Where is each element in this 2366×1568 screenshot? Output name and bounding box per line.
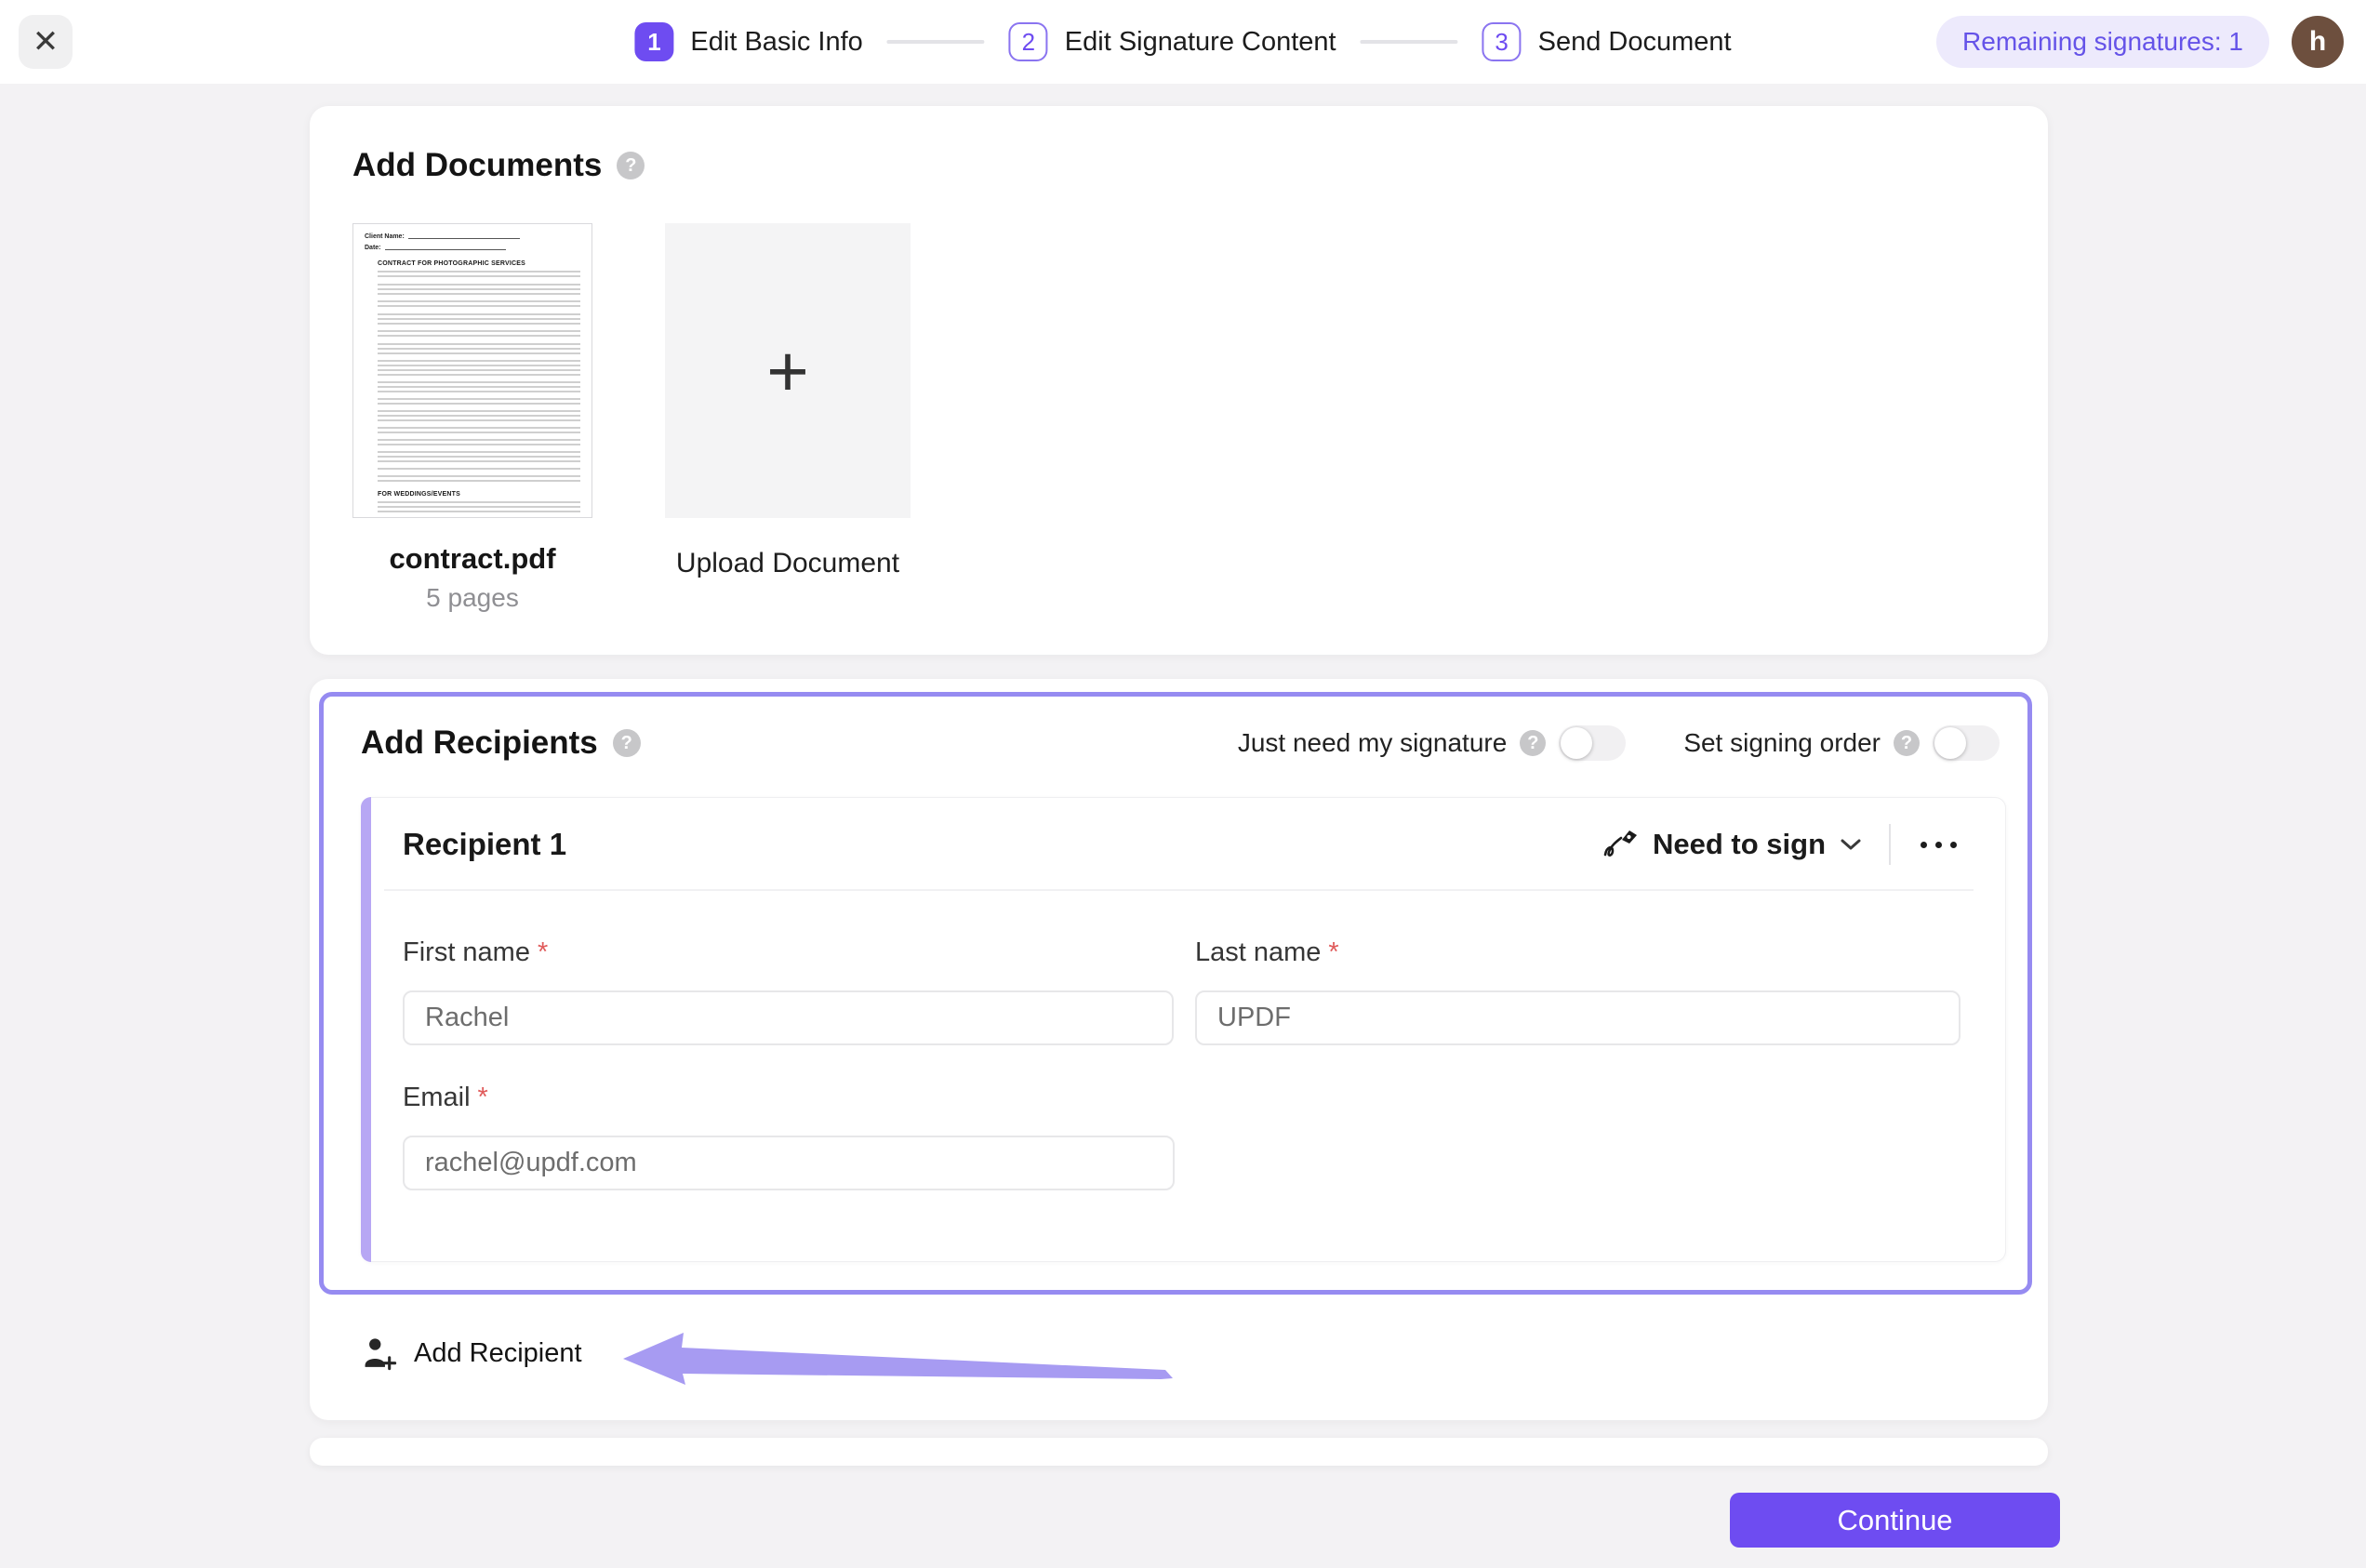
email-label: Email [403,1083,471,1112]
help-icon[interactable]: ? [1520,730,1547,756]
required-star: * [477,1083,488,1112]
dot-icon [1950,841,1957,848]
step-1-badge: 1 [634,22,674,61]
chevron-down-icon [1841,839,1861,850]
top-bar: ✕ 1 Edit Basic Info 2 Edit Signature Con… [0,0,2366,84]
step-connector [1360,40,1458,44]
dot-icon [1935,841,1942,848]
thumb-date-label: Date: [365,245,381,251]
add-recipients-highlight: Add Recipients ? Just need my signature … [319,692,2032,1295]
thumb-heading: CONTRACT FOR PHOTOGRAPHIC SERVICES [378,260,525,267]
sign-document-screen: ✕ 1 Edit Basic Info 2 Edit Signature Con… [0,0,2366,1568]
remaining-signatures-badge: Remaining signatures: 1 [1936,16,2269,68]
recipient-more-menu[interactable] [1917,832,1961,857]
add-recipient-label: Add Recipient [414,1337,582,1368]
next-section-card-edge [310,1438,2048,1466]
document-page-count: 5 pages [426,583,519,612]
topbar-right: Remaining signatures: 1 h [1936,0,2344,84]
set-signing-order-switch[interactable] [1933,725,2000,761]
help-icon[interactable]: ? [612,729,641,757]
thumb-subheading: FOR WEDDINGS/EVENTS [378,491,460,498]
step-3-badge: 3 [1482,22,1522,61]
step-3-label: Send Document [1537,26,1732,57]
step-send-document[interactable]: 3 Send Document [1482,22,1732,61]
email-field-group: Email * [403,1083,1175,1190]
add-recipient-button[interactable]: Add Recipient [362,1335,582,1371]
first-name-input[interactable] [403,990,1174,1045]
step-2-label: Edit Signature Content [1064,26,1336,57]
document-name: contract.pdf [389,542,556,575]
recipient-accent-bar [361,797,371,1262]
plus-icon: + [766,329,809,412]
divider [1889,824,1891,865]
upload-document-label: Upload Document [675,548,900,578]
step-edit-signature-content[interactable]: 2 Edit Signature Content [1008,22,1336,61]
document-thumbnail[interactable]: Client Name: Date: CONTRACT FOR PHOTOGRA… [352,223,592,518]
add-recipients-card: Add Recipients ? Just need my signature … [310,679,2048,1420]
add-user-icon [365,1338,397,1371]
last-name-input[interactable] [1195,990,1961,1045]
step-edit-basic-info[interactable]: 1 Edit Basic Info [634,22,863,61]
step-2-badge: 2 [1008,22,1048,61]
close-button[interactable]: ✕ [19,15,73,69]
upload-document-tile[interactable]: + [665,223,911,518]
recipient-role-dropdown[interactable]: Need to sign [1602,828,1863,861]
step-1-label: Edit Basic Info [690,26,863,57]
set-signing-order-label: Set signing order [1683,728,1881,757]
help-icon[interactable]: ? [617,152,645,179]
upload-document-item: + Upload Document [665,223,911,579]
add-documents-title: Add Documents [352,147,603,183]
signature-pen-icon [1603,831,1637,857]
required-star: * [537,937,549,967]
first-name-label: First name [403,937,530,967]
recipient-role-label: Need to sign [1652,828,1826,860]
document-item: Client Name: Date: CONTRACT FOR PHOTOGRA… [352,223,592,613]
last-name-label: Last name [1195,937,1322,967]
add-recipients-title: Add Recipients [361,724,598,761]
recipient-name: Recipient 1 [403,827,567,861]
first-name-field-group: First name * [403,937,1174,1045]
dot-icon [1921,841,1927,848]
just-need-my-signature-toggle-group: Just need my signature ? [1238,725,1627,761]
recipient-card: Recipient 1 Need to sign First name * Ra… [361,797,2006,1262]
avatar[interactable]: h [2292,16,2344,68]
just-need-my-signature-label: Just need my signature [1237,728,1508,757]
thumb-client-name-label: Client Name: [365,233,405,240]
email-input[interactable] [403,1136,1175,1190]
close-icon: ✕ [32,24,60,60]
step-connector [886,40,985,44]
add-documents-card: Add Documents ? Client Name: Date: CONTR… [310,106,2048,655]
required-star: * [1328,937,1339,967]
stepper: 1 Edit Basic Info 2 Edit Signature Conte… [634,0,1732,84]
help-icon[interactable]: ? [1894,730,1920,756]
set-signing-order-toggle-group: Set signing order ? [1683,725,2000,761]
continue-button[interactable]: Continue [1730,1493,2060,1548]
last-name-field-group: Last name * [1195,937,1961,1045]
just-need-my-signature-switch[interactable] [1559,725,1627,761]
